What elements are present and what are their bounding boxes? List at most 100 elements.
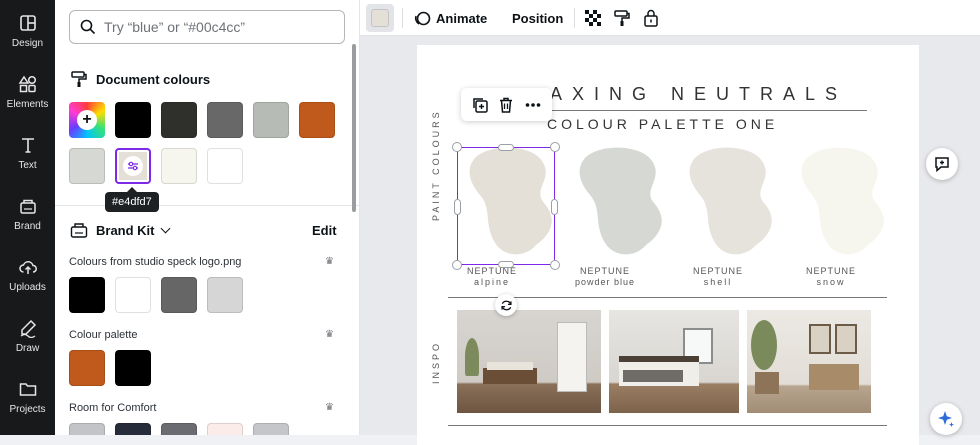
crown-icon: ♛: [325, 329, 334, 340]
brand-icon: [19, 199, 36, 214]
fill-colour-swatch: [371, 9, 389, 27]
brand-colour-swatch[interactable]: [115, 277, 151, 313]
trash-icon[interactable]: [497, 96, 515, 114]
text-icon: [21, 137, 34, 153]
colour-swatch[interactable]: [207, 148, 243, 184]
rail-projects[interactable]: Projects: [0, 366, 55, 427]
brand-kit-title: Brand Kit: [96, 223, 155, 238]
rail-elements[interactable]: Elements: [0, 61, 55, 122]
toolbar-separator: [402, 8, 403, 28]
brand-kit-dropdown[interactable]: Brand Kit: [96, 223, 171, 238]
cloud-upload-icon: [18, 260, 37, 274]
animate-label: Animate: [436, 10, 488, 26]
fill-colour-button[interactable]: [366, 4, 394, 32]
rail-label: Brand: [14, 220, 41, 232]
rail-brand[interactable]: Brand: [0, 183, 55, 244]
poster-subtitle[interactable]: COLOUR PALETTE ONE: [547, 116, 778, 132]
copy-style-button[interactable]: [613, 0, 631, 36]
more-options-icon[interactable]: [524, 96, 542, 114]
resize-handle[interactable]: [551, 199, 558, 215]
paint-colours-label[interactable]: PAINT COLOURS: [431, 109, 441, 221]
brand-colour-swatch[interactable]: [69, 277, 105, 313]
animate-icon: [414, 11, 431, 25]
resize-handle[interactable]: [452, 260, 462, 270]
brand-colour-swatch[interactable]: [207, 423, 243, 435]
rotate-icon: [500, 300, 512, 310]
lock-icon: [644, 9, 658, 27]
inspo-label[interactable]: INSPO: [431, 341, 441, 384]
selection-box[interactable]: [452, 142, 560, 270]
layout-icon: [19, 14, 36, 31]
add-comment-button[interactable]: [926, 148, 958, 180]
brand-colour-swatch[interactable]: [69, 350, 105, 386]
paint-swatch-shell[interactable]: [682, 145, 782, 265]
inspo-photo-bedroom[interactable]: [609, 310, 739, 413]
colour-tooltip: #e4dfd7: [105, 187, 159, 212]
brand-colour-swatch[interactable]: [115, 350, 151, 386]
paint-swatch-snow[interactable]: [794, 145, 894, 265]
paint-roller-icon: [614, 10, 630, 26]
colour-swatch[interactable]: [161, 148, 197, 184]
comment-add-icon: [935, 157, 949, 173]
brand-colour-swatch[interactable]: [69, 423, 105, 435]
resize-handle[interactable]: [550, 142, 560, 152]
colour-swatch[interactable]: [115, 102, 151, 138]
search-icon: [80, 19, 96, 35]
rail-label: Draw: [15, 342, 40, 354]
lock-button[interactable]: [642, 0, 660, 36]
colour-swatch[interactable]: [161, 102, 197, 138]
poster-title[interactable]: AXING NEUTRALS: [550, 84, 847, 105]
resize-handle[interactable]: [550, 260, 560, 270]
paint-roller-icon: [71, 71, 87, 87]
title-rule: [547, 110, 867, 111]
brand-colour-swatch[interactable]: [207, 277, 243, 313]
panel-scrollbar[interactable]: [352, 44, 356, 212]
sparkle-icon: [938, 411, 954, 427]
paint-name: shell: [703, 277, 733, 287]
edit-brand-kit-button[interactable]: Edit: [312, 223, 337, 238]
resize-handle[interactable]: [452, 142, 462, 152]
group-title: Colour palette: [69, 329, 138, 341]
paint-name: powder blue: [574, 277, 636, 287]
group-title: Colours from studio speck logo.png: [69, 256, 242, 268]
rotate-handle[interactable]: [495, 294, 517, 316]
bottom-rule: [448, 425, 887, 426]
colour-swatch[interactable]: [207, 102, 243, 138]
inspo-photo-living-room[interactable]: [747, 310, 871, 413]
transparency-button[interactable]: [584, 0, 602, 36]
add-colour-button[interactable]: +: [69, 102, 105, 138]
duplicate-icon[interactable]: [471, 96, 489, 114]
paint-swatch-powder-blue[interactable]: [572, 145, 672, 265]
paint-name: snow: [816, 277, 846, 287]
bench-shape: [483, 368, 537, 384]
position-button[interactable]: Position: [512, 0, 563, 36]
plant-shape: [465, 338, 479, 376]
resize-handle[interactable]: [454, 199, 461, 215]
rail-draw[interactable]: Draw: [0, 305, 55, 366]
brand-colour-swatch[interactable]: [161, 277, 197, 313]
rail-design[interactable]: Design: [0, 0, 55, 61]
inspo-photo-entryway[interactable]: [457, 310, 601, 413]
rail-uploads[interactable]: Uploads: [0, 244, 55, 305]
magic-assistant-button[interactable]: [930, 403, 962, 435]
paint-brand: NEPTUNE: [579, 266, 630, 276]
brand-colour-swatch[interactable]: [115, 423, 151, 435]
brand-colour-swatch[interactable]: [161, 423, 197, 435]
animate-button[interactable]: Animate: [414, 0, 487, 36]
toolbar-separator: [574, 8, 575, 28]
colour-swatch[interactable]: [69, 148, 105, 184]
search-input[interactable]: [104, 19, 334, 35]
colour-swatch[interactable]: [253, 102, 289, 138]
adjust-icon: [123, 156, 143, 176]
resize-handle[interactable]: [498, 261, 514, 268]
brand-colour-swatch[interactable]: [253, 423, 289, 435]
colour-panel: Document colours + #e4dfd7 Brand Kit Edi…: [55, 0, 360, 435]
rail-label: Text: [18, 159, 37, 171]
rail-label: Projects: [9, 403, 46, 415]
frame-shape: [835, 324, 857, 354]
colour-swatch[interactable]: [299, 102, 335, 138]
rail-text[interactable]: Text: [0, 122, 55, 183]
search-box[interactable]: [69, 10, 345, 44]
colour-swatch-selected[interactable]: [115, 148, 151, 184]
resize-handle[interactable]: [498, 144, 514, 151]
